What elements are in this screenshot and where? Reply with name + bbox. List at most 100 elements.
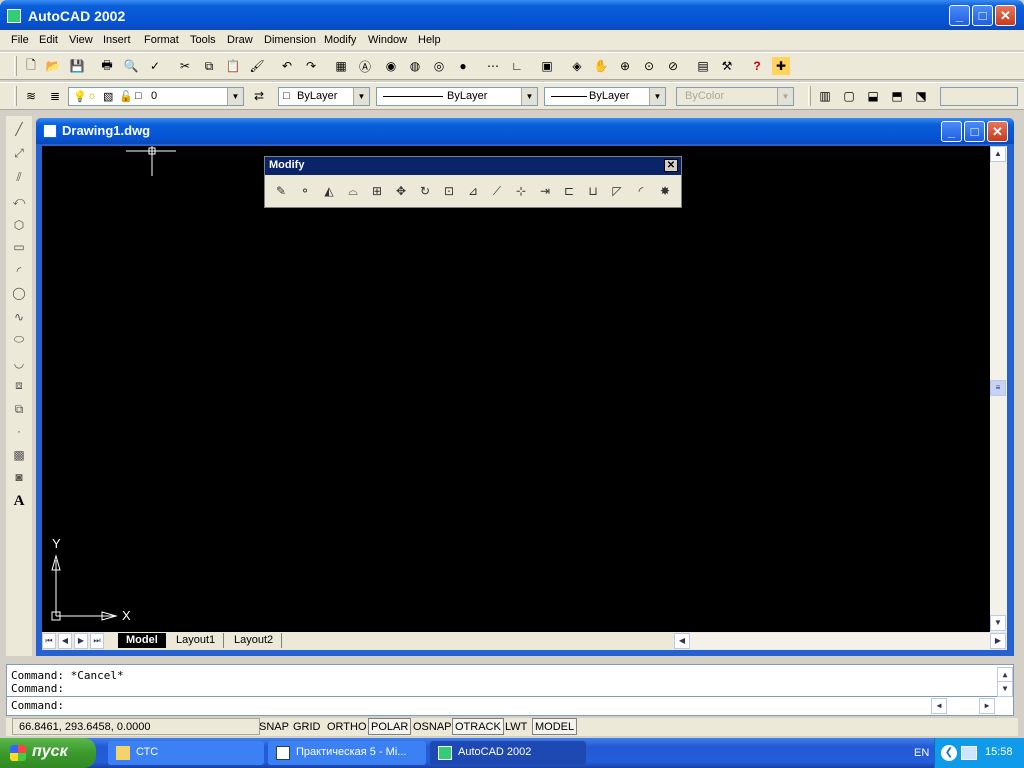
menu-tools[interactable]: Tools: [190, 34, 216, 46]
publish-web-icon[interactable]: ◍: [406, 57, 424, 75]
drawing-maximize-button[interactable]: □: [964, 121, 985, 142]
prev-tab-icon[interactable]: ◀: [58, 633, 72, 649]
horizontal-scrollbar[interactable]: ◀ ▶: [674, 633, 1006, 649]
ortho-toggle[interactable]: ORTHO: [324, 718, 370, 735]
3d-orbit-icon[interactable]: ◈: [568, 57, 586, 75]
menu-file[interactable]: File: [11, 34, 29, 46]
extend-icon[interactable]: ⇥: [535, 181, 555, 201]
menu-window[interactable]: Window: [368, 34, 407, 46]
chevron-down-icon[interactable]: ▼: [353, 88, 369, 105]
minimize-button[interactable]: _: [949, 5, 970, 26]
hatch-icon[interactable]: ▩: [10, 446, 28, 464]
layer-previous-icon[interactable]: ⇄: [250, 87, 268, 105]
maximize-button[interactable]: □: [972, 5, 993, 26]
make-block-icon[interactable]: ⧉: [10, 400, 28, 418]
command-scroll-left-icon[interactable]: ◀: [931, 698, 947, 714]
model-toggle[interactable]: MODEL: [532, 718, 578, 735]
taskbar-item-autocad[interactable]: AutoCAD 2002: [430, 741, 586, 765]
drawing-title-bar[interactable]: Drawing1.dwg _ □ ✕: [36, 118, 1014, 144]
offset-icon[interactable]: ⌓: [343, 181, 363, 201]
chevron-down-icon[interactable]: ▼: [227, 88, 243, 105]
menu-format[interactable]: Format: [144, 34, 179, 46]
help-icon[interactable]: ?: [748, 57, 766, 75]
menu-help[interactable]: Help: [418, 34, 441, 46]
save-icon[interactable]: 💾: [68, 57, 86, 75]
scroll-thumb[interactable]: ≡: [990, 380, 1006, 396]
redo-icon[interactable]: ↷: [302, 57, 320, 75]
menu-modify[interactable]: Modify: [324, 34, 356, 46]
mirror-icon[interactable]: ◭: [319, 181, 339, 201]
rectangle-icon[interactable]: ▭: [10, 238, 28, 256]
command-prompt[interactable]: Command:: [11, 699, 64, 712]
region-icon[interactable]: ◙: [10, 468, 28, 486]
linetype-dropdown[interactable]: ByLayer ▼: [376, 87, 538, 106]
paste-icon[interactable]: 📋: [224, 57, 242, 75]
zoom-realtime-icon[interactable]: ⊕: [616, 57, 634, 75]
web-browse-icon[interactable]: ◉: [382, 57, 400, 75]
print-icon[interactable]: 🖶: [98, 57, 116, 75]
line-icon[interactable]: ╱: [10, 120, 28, 138]
close-button[interactable]: ✕: [995, 5, 1016, 26]
command-scroll-right-icon[interactable]: ▶: [979, 698, 995, 714]
tool-palette-icon[interactable]: ⚒: [718, 57, 736, 75]
properties-icon[interactable]: ▤: [694, 57, 712, 75]
ucs-icon[interactable]: ∟: [508, 57, 526, 75]
menu-edit[interactable]: Edit: [39, 34, 58, 46]
convert-viewport-icon[interactable]: ⬒: [888, 87, 906, 105]
autocad-app-icon[interactable]: [7, 9, 21, 23]
taskbar-item-folder[interactable]: СТС: [108, 741, 264, 765]
break-icon[interactable]: ⊔: [583, 181, 603, 201]
vertical-scrollbar[interactable]: ▲ ≡ ▼: [990, 146, 1007, 632]
internet-icon[interactable]: ●: [454, 57, 472, 75]
lwt-toggle[interactable]: LWT: [502, 718, 530, 735]
stretch-icon[interactable]: ⊿: [463, 181, 483, 201]
ellipse-arc-icon[interactable]: ◡: [10, 354, 28, 372]
polyline-icon[interactable]: ⤺: [10, 192, 28, 210]
point-icon[interactable]: ·: [10, 422, 28, 440]
spline-icon[interactable]: ∿: [10, 308, 28, 326]
first-tab-icon[interactable]: ⏮: [42, 633, 56, 649]
otrack-toggle[interactable]: OTRACK: [452, 718, 504, 735]
command-window[interactable]: Command: *Cancel* Command: Command: ▲ ▼ …: [6, 664, 1014, 716]
menu-dimension[interactable]: Dimension: [264, 34, 316, 46]
tab-model[interactable]: Model: [118, 633, 166, 648]
move-icon[interactable]: ✥: [391, 181, 411, 201]
scroll-up-icon[interactable]: ▲: [990, 146, 1006, 162]
spelling-icon[interactable]: ✓: [146, 57, 164, 75]
toolbar-grip[interactable]: [14, 56, 17, 76]
hyperlink-icon[interactable]: ◎: [430, 57, 448, 75]
drawing-minimize-button[interactable]: _: [941, 121, 962, 142]
make-layer-current-icon[interactable]: ≋: [22, 87, 40, 105]
polar-toggle[interactable]: POLAR: [368, 718, 412, 735]
modify-toolbar-close-button[interactable]: ✕: [664, 159, 678, 172]
zoom-window-icon[interactable]: ⊙: [640, 57, 658, 75]
drawing-file-icon[interactable]: [43, 124, 57, 138]
copy-icon[interactable]: ⧉: [200, 57, 218, 75]
menu-insert[interactable]: Insert: [103, 34, 131, 46]
toolbar-grip[interactable]: [808, 86, 811, 106]
tab-layout2[interactable]: Layout2: [226, 633, 283, 648]
layer-dropdown[interactable]: 💡 ☼ ▧ 🔓 □ 0 ▼: [68, 87, 244, 106]
lengthen-icon[interactable]: ⟋: [487, 181, 507, 201]
modify-toolbar-title-bar[interactable]: Modify ✕: [265, 157, 681, 175]
named-views-icon[interactable]: ▣: [538, 57, 556, 75]
match-properties-icon[interactable]: 🖌: [248, 57, 266, 75]
single-viewport-icon[interactable]: ▢: [840, 87, 858, 105]
scroll-left-icon[interactable]: ◀: [674, 633, 690, 649]
rotate-icon[interactable]: ↻: [415, 181, 435, 201]
tracking-icon[interactable]: ⋯: [484, 57, 502, 75]
lineweight-dropdown[interactable]: ByLayer ▼: [544, 87, 666, 106]
scroll-right-icon[interactable]: ▶: [990, 633, 1006, 649]
chevron-left-icon[interactable]: ❮: [941, 745, 957, 761]
array-icon[interactable]: ⊞: [367, 181, 387, 201]
open-folder-icon[interactable]: 📂: [44, 57, 62, 75]
design-center-icon[interactable]: ▦: [332, 57, 350, 75]
language-indicator[interactable]: EN: [914, 747, 929, 759]
color-dropdown[interactable]: □ ByLayer ▼: [278, 87, 370, 106]
menu-draw[interactable]: Draw: [227, 34, 253, 46]
break-at-point-icon[interactable]: ⊏: [559, 181, 579, 201]
osnap-toggle[interactable]: OSNAP: [410, 718, 455, 735]
taskbar-item-word[interactable]: Практическая 5 - Mi...: [268, 741, 426, 765]
menu-view[interactable]: View: [69, 34, 93, 46]
toolbar-grip[interactable]: [14, 86, 17, 106]
